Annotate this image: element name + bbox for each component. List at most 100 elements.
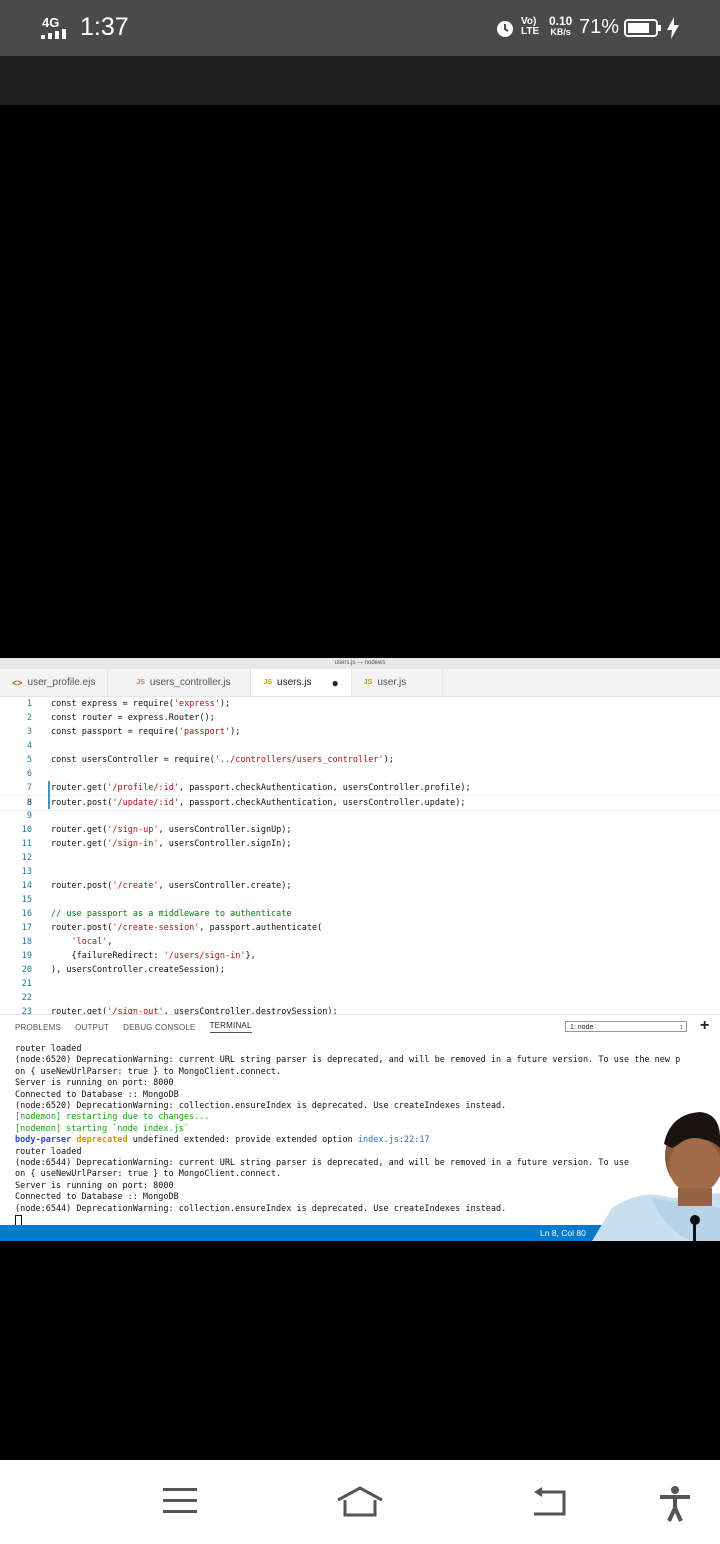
- line-number: 7: [26, 783, 32, 793]
- cursor-position[interactable]: Ln 8, Col 80: [540, 1225, 586, 1241]
- code-line[interactable]: 1 const express = require('express');: [0, 697, 720, 711]
- line-number: 12: [21, 853, 32, 863]
- code-line[interactable]: 10 router.get('/sign-up', usersController…: [0, 823, 720, 837]
- code-line[interactable]: 4: [0, 739, 720, 753]
- video-top-band: [0, 56, 720, 105]
- code-text: router.post('/create', usersController.c…: [51, 881, 292, 891]
- line-number: 6: [26, 769, 32, 779]
- charging-icon: [667, 17, 679, 39]
- tab-debug-console[interactable]: DEBUG CONSOLE: [123, 1023, 195, 1032]
- tab-label: user.js: [377, 677, 407, 688]
- code-line[interactable]: 21: [0, 977, 720, 991]
- menu-icon[interactable]: [163, 1486, 197, 1516]
- modified-line-marker: [48, 781, 50, 809]
- code-text: const router = express.Router();: [51, 713, 215, 723]
- js-file-icon: JS: [363, 679, 373, 686]
- terminal-line: router loaded: [15, 1044, 82, 1054]
- code-line[interactable]: 23 router.get('/sign-out', usersControlle…: [0, 1005, 720, 1014]
- code-line[interactable]: 2 const router = express.Router();: [0, 711, 720, 725]
- line-number: 13: [21, 867, 32, 877]
- tab-label: users.js: [277, 677, 312, 688]
- code-text: router.get('/sign-out', usersController.…: [51, 1007, 338, 1014]
- line-number: 4: [26, 741, 32, 751]
- line-number: 1: [26, 699, 32, 709]
- signal-icon: [41, 29, 66, 39]
- line-number: 22: [21, 993, 32, 1003]
- code-line[interactable]: 13: [0, 865, 720, 879]
- js-file-icon: JS: [136, 679, 145, 686]
- home-icon[interactable]: [336, 1486, 384, 1518]
- code-line[interactable]: 15: [0, 893, 720, 907]
- line-number: 11: [21, 839, 32, 849]
- tab-label: user_profile.ejs: [27, 677, 96, 688]
- network-type: 4G: [42, 15, 60, 30]
- line-number: 20: [21, 965, 32, 975]
- tab-users-js[interactable]: JS users.js ●: [251, 669, 352, 696]
- code-line[interactable]: 11 router.get('/sign-in', usersController…: [0, 837, 720, 851]
- volte-indicator: Vo) LTE: [521, 17, 539, 37]
- code-line[interactable]: 18 'local',: [0, 935, 720, 949]
- presenter-video-overlay: [592, 1112, 720, 1241]
- code-line[interactable]: 22: [0, 991, 720, 1005]
- tab-output[interactable]: OUTPUT: [75, 1023, 109, 1032]
- tab-users-controller-js[interactable]: JS users_controller.js: [108, 669, 252, 696]
- code-text: const express = require('express');: [51, 699, 231, 709]
- tab-label: users_controller.js: [149, 677, 231, 688]
- terminal-line: on { useNewUrlParser: true } to MongoCli…: [15, 1066, 282, 1077]
- code-line[interactable]: 12: [0, 851, 720, 865]
- code-line[interactable]: 5 const usersController = require('../con…: [0, 753, 720, 767]
- back-icon[interactable]: [530, 1486, 568, 1518]
- lte-label: LTE: [521, 26, 540, 37]
- unsaved-indicator[interactable]: ●: [332, 676, 339, 690]
- window-title: users.js — nodews: [0, 658, 720, 669]
- tab-user-js[interactable]: JS user.js: [352, 669, 444, 696]
- line-number: 23: [21, 1007, 32, 1014]
- code-text: {failureRedirect: '/users/sign-in'},: [51, 951, 256, 961]
- code-text: const usersController = require('../cont…: [51, 755, 394, 765]
- tab-problems[interactable]: PROBLEMS: [15, 1023, 61, 1032]
- editor-tabs: <> user_profile.ejs JS users_controller.…: [0, 669, 720, 697]
- line-number: 21: [21, 979, 32, 989]
- code-text: router.get('/sign-up', usersController.s…: [51, 825, 292, 835]
- line-number: 2: [26, 713, 32, 723]
- battery-percent: 71%: [579, 16, 620, 38]
- code-editor[interactable]: 1 const express = require('express'); 2 con…: [0, 697, 720, 1014]
- tab-user-profile-ejs[interactable]: <> user_profile.ejs: [0, 669, 109, 696]
- code-text: 'local',: [71, 937, 113, 947]
- tab-terminal[interactable]: TERMINAL: [209, 1021, 252, 1033]
- js-file-icon: JS: [263, 679, 273, 686]
- code-line[interactable]: 9: [0, 809, 720, 823]
- code-line[interactable]: 19 {failureRedirect: '/users/sign-in'},: [0, 949, 720, 963]
- code-text: router.post('/create-session', passport.…: [51, 923, 323, 933]
- code-line[interactable]: 20), usersController.createSession);: [0, 963, 720, 977]
- line-number: 14: [21, 881, 32, 891]
- alarm-icon: [497, 21, 513, 37]
- code-text: router.post('/update/:id', passport.chec…: [51, 798, 466, 808]
- line-number: 15: [21, 895, 32, 905]
- line-number: 18: [21, 937, 32, 947]
- speed-value: 0.10: [549, 14, 573, 28]
- network-speed: 0.10 KB/s: [549, 14, 573, 38]
- terminal-select[interactable]: 1: node: [565, 1021, 687, 1033]
- accessibility-icon[interactable]: [658, 1486, 692, 1522]
- android-nav-bar: [0, 1460, 720, 1544]
- code-text: router.get('/profile/:id', passport.chec…: [51, 783, 471, 793]
- line-number: 9: [26, 811, 32, 821]
- code-line[interactable]: 6: [0, 767, 720, 781]
- code-line[interactable]: 14 router.post('/create', usersController…: [0, 879, 720, 893]
- code-line[interactable]: 16 // use passport as a middleware to aut…: [0, 907, 720, 921]
- line-number: 8: [26, 798, 32, 808]
- code-text: // use passport as a middleware to authe…: [51, 909, 292, 919]
- status-bar: 4G 1:37 Vo) LTE 0.10 KB/s 71%: [0, 0, 720, 56]
- new-terminal-button[interactable]: +: [700, 1017, 709, 1035]
- ejs-file-icon: <>: [12, 677, 23, 688]
- line-number: 3: [26, 727, 32, 737]
- code-line[interactable]: 7 router.get('/profile/:id', passport.che…: [0, 781, 720, 795]
- terminal-line: (node:6520) DeprecationWarning: current …: [15, 1055, 681, 1066]
- line-number: 17: [21, 923, 32, 933]
- code-line[interactable]: 17 router.post('/create-session', passpor…: [0, 921, 720, 935]
- code-line[interactable]: 3 const passport = require('passport');: [0, 725, 720, 739]
- terminal-line: Connected to Database :: MongoDB: [15, 1089, 179, 1100]
- code-text: router.get('/sign-in', usersController.s…: [51, 839, 292, 849]
- speed-unit: KB/s: [550, 27, 571, 37]
